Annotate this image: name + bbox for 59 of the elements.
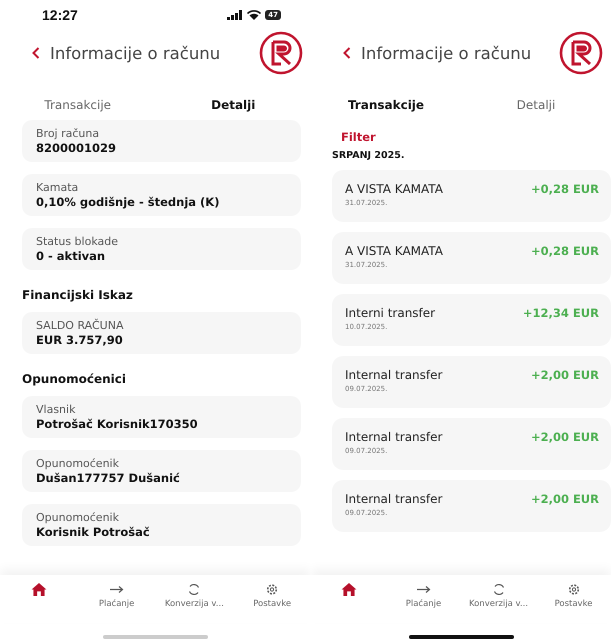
transaction-amount: +2,00 EUR	[530, 368, 599, 382]
nav-item[interactable]: Konverzija v...	[156, 583, 234, 609]
arrow-right-icon	[416, 583, 430, 596]
nav-item[interactable]: Plaćanje	[78, 583, 156, 609]
tab[interactable]: Transakcije	[0, 98, 156, 112]
field-label: SALDO RAČUNA	[36, 319, 124, 332]
field-label: Opunomoćenik	[36, 457, 120, 470]
nav-item[interactable]: Konverzija v...	[461, 583, 536, 609]
arrow-right-icon	[110, 583, 124, 596]
field-value: Dušan177757 Dušanić	[36, 471, 181, 485]
settings-icon	[266, 583, 278, 596]
nav-item[interactable]: Postavke	[536, 583, 611, 609]
tab[interactable]: Transakcije	[311, 98, 461, 112]
filter-link[interactable]: Filter	[341, 130, 376, 144]
transaction-amount: +0,28 EUR	[530, 244, 599, 258]
field-label: Vlasnik	[36, 403, 76, 416]
back-icon	[343, 47, 351, 59]
transaction-amount: +12,34 EUR	[522, 306, 599, 320]
transaction-title: Internal transfer	[345, 368, 442, 382]
field-label: Broj računa	[36, 127, 100, 140]
section-heading: Opunomoćenici	[22, 372, 128, 386]
screen-title: Informacije o računu	[50, 44, 222, 62]
field-value: Korisnik Potrošač	[36, 525, 151, 539]
transaction-title: A VISTA KAMATA	[345, 182, 443, 196]
field-label: Kamata	[36, 181, 80, 194]
transaction-title: Internal transfer	[345, 430, 442, 444]
wifi-icon	[247, 10, 262, 20]
home-icon	[30, 583, 47, 596]
transaction-title: Interni transfer	[345, 306, 436, 320]
field-value: Potrošač Korisnik170350	[36, 417, 199, 431]
field-value: EUR 3.757,90	[36, 333, 124, 347]
nav-item[interactable]: Plaćanje	[386, 583, 461, 609]
circle-arrows-icon	[188, 583, 200, 596]
month-heading: SRPANJ 2025.	[332, 150, 406, 161]
status-time: 12:27	[42, 7, 78, 23]
field-value: 0 - aktivan	[36, 249, 106, 263]
field-value: 8200001029	[36, 141, 118, 155]
transaction-title: A VISTA KAMATA	[345, 244, 443, 258]
transaction-amount: +2,00 EUR	[530, 492, 599, 506]
settings-icon	[568, 583, 580, 596]
screen-title: Informacije o računu	[361, 44, 532, 62]
field-label: Opunomoćenik	[36, 511, 120, 524]
transaction-amount: +2,00 EUR	[530, 430, 599, 444]
logo-icon	[259, 31, 303, 75]
back-button[interactable]	[341, 45, 353, 61]
transaction-amount: +0,28 EUR	[530, 182, 599, 196]
logo-icon	[559, 31, 603, 75]
nav-item[interactable]: Postavke	[233, 583, 311, 609]
transaction-title: Internal transfer	[345, 492, 442, 506]
circle-arrows-icon	[492, 583, 504, 596]
tab[interactable]: Detalji	[461, 98, 611, 112]
field-label: Status blokade	[36, 235, 119, 248]
tab[interactable]: Detalji	[156, 98, 311, 112]
back-button[interactable]	[30, 45, 42, 61]
section-heading: Financijski Iskaz	[22, 288, 134, 302]
back-icon	[32, 47, 40, 59]
signal-icon	[227, 10, 244, 20]
field-value: 0,10% godišnje - štednja (K)	[36, 195, 220, 209]
home-icon	[340, 583, 356, 596]
